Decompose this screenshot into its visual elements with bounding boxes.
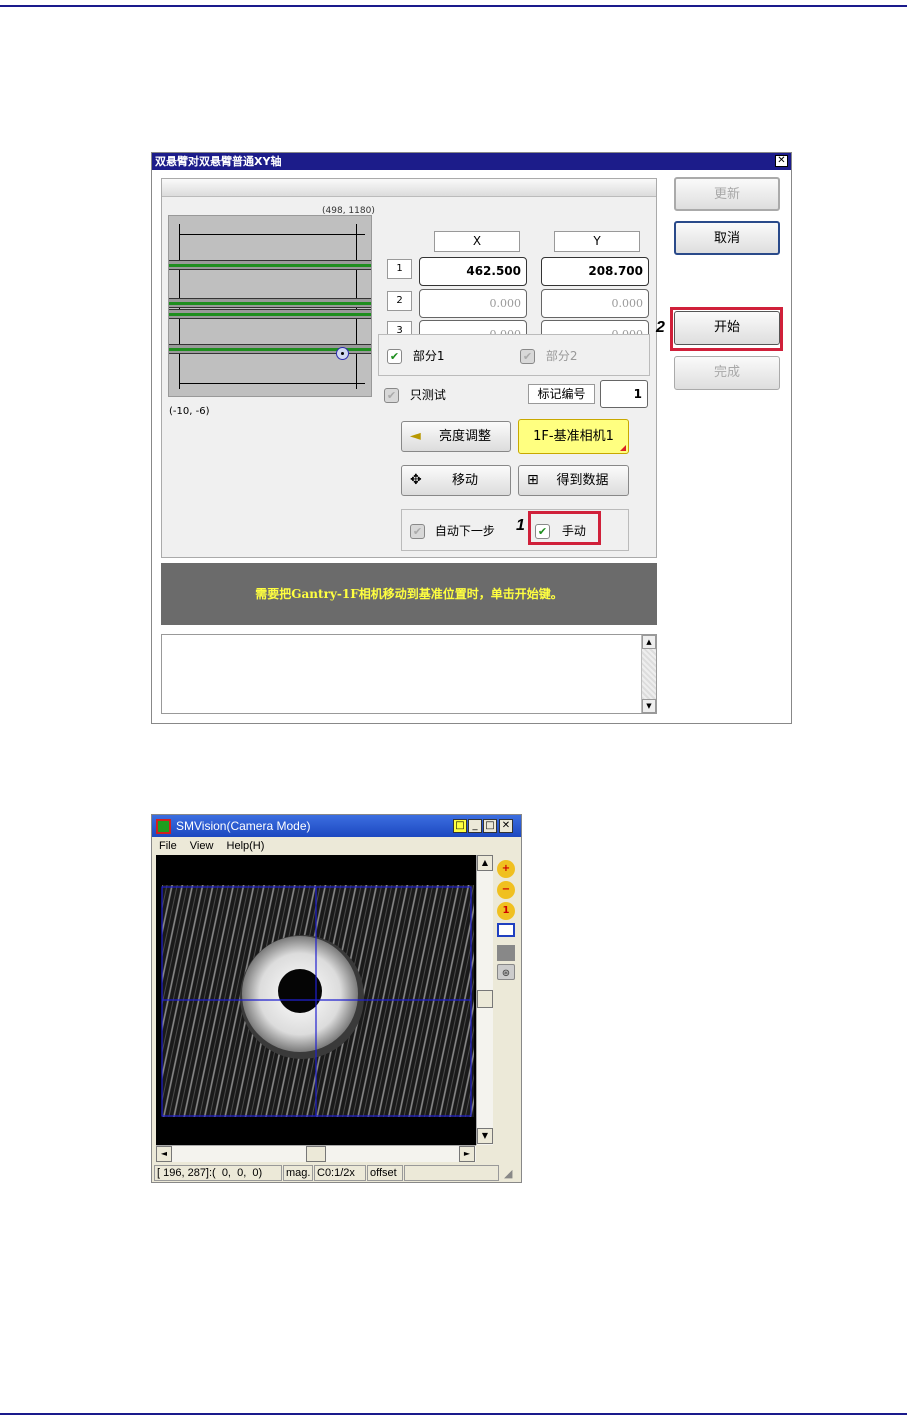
chart-icon: ⊞ — [527, 472, 539, 488]
check-icon: ✔ — [387, 349, 402, 364]
map-rail — [169, 309, 371, 319]
map-hline — [179, 383, 365, 384]
calibration-dialog: 双悬臂对双悬臂普通XY轴 ✕ (498, 1180) (-10, -6) X Y… — [151, 152, 792, 724]
mag-label: mag. — [283, 1165, 313, 1181]
scroll-up-icon[interactable]: ▲ — [642, 635, 656, 649]
vision-window: SMVision(Camera Mode) □ _ □ ✕ File View … — [151, 814, 522, 1183]
offset-label: offset — [367, 1165, 403, 1181]
status-bar: [ 196, 287]:( 0, 0, 0) mag. C0:1/2x offs… — [152, 1164, 521, 1182]
get-data-button[interactable]: ⊞ 得到数据 — [518, 465, 629, 496]
close-button[interactable]: ✕ — [499, 819, 513, 833]
scroll-up-icon[interactable]: ▲ — [477, 855, 493, 871]
bottom-rule — [0, 1413, 907, 1415]
map-corner-bottom-left: (-10, -6) — [169, 406, 210, 417]
map-corner-top-right: (498, 1180) — [322, 206, 375, 216]
scroll-right-icon[interactable]: ► — [459, 1146, 475, 1162]
y-field-1[interactable]: 208.700 — [541, 257, 649, 286]
part2-checkbox[interactable]: ✔ 部分2 — [520, 347, 577, 364]
board-map[interactable] — [168, 215, 372, 397]
horizontal-thumb[interactable] — [306, 1146, 326, 1162]
vertical-scrollbar[interactable]: ▲ ▼ — [476, 855, 493, 1145]
minimize-button[interactable]: _ — [468, 819, 482, 833]
panel-header — [162, 179, 656, 197]
settings-panel: (498, 1180) (-10, -6) X Y 1 2 3 462.500 … — [161, 178, 657, 558]
zoom-fit-icon[interactable]: 1 — [497, 902, 515, 920]
vision-toolbar: + − 1 ⊛ — [495, 857, 519, 983]
x-field-1[interactable]: 462.500 — [419, 257, 527, 286]
y-field-2[interactable]: 0.000 — [541, 289, 649, 318]
mark-number-label: 标记编号 — [528, 384, 595, 404]
zoom-in-icon[interactable]: + — [497, 860, 515, 878]
top-rule — [0, 5, 907, 7]
horizontal-scrollbar[interactable]: ◄ ► — [156, 1145, 476, 1162]
row-label-1: 1 — [387, 259, 412, 279]
manual-label: 手动 — [561, 524, 586, 538]
mag-value: C0:1/2x — [314, 1165, 366, 1181]
mark-number-field[interactable]: 1 — [600, 380, 648, 408]
part1-checkbox[interactable]: ✔ 部分1 — [387, 347, 444, 364]
brightness-icon: ◄ — [410, 428, 421, 444]
part1-label: 部分1 — [412, 349, 445, 363]
fiducial-marker[interactable] — [336, 347, 349, 360]
camera-settings-icon[interactable]: ⊛ — [497, 964, 515, 980]
camera-view[interactable] — [156, 855, 476, 1145]
row-label-2: 2 — [387, 291, 412, 311]
cursor-coords: [ 196, 287]:( 0, 0, 0) — [154, 1165, 282, 1181]
vertical-thumb[interactable] — [477, 990, 493, 1008]
finish-button[interactable]: 完成 — [674, 356, 780, 390]
manual-checkbox[interactable]: ✔ 手动 — [535, 522, 586, 539]
zoom-out-icon[interactable]: − — [497, 881, 515, 899]
resize-grip-icon[interactable]: ◢ — [504, 1167, 512, 1180]
camera-select-button[interactable]: 1F-基准相机1 — [518, 419, 629, 454]
update-button[interactable]: 更新 — [674, 177, 780, 211]
step-number-1: 1 — [516, 517, 525, 534]
only-test-checkbox[interactable]: ✔ 只测试 — [384, 386, 446, 403]
check-icon: ✔ — [410, 524, 425, 539]
map-rail — [169, 298, 371, 308]
dialog-title: 双悬臂对双悬臂普通XY轴 — [152, 153, 791, 170]
only-test-label: 只测试 — [409, 388, 446, 402]
instruction-message: 需要把Gantry-1F相机移动到基准位置时，单击开始键。 — [161, 563, 657, 625]
check-icon: ✔ — [384, 388, 399, 403]
cancel-button[interactable]: 取消 — [674, 221, 780, 255]
scroll-down-icon[interactable]: ▼ — [642, 699, 656, 713]
map-rail — [169, 260, 371, 270]
grey-square-icon[interactable] — [497, 945, 515, 961]
map-hline — [179, 234, 365, 235]
close-button[interactable]: ✕ — [775, 155, 788, 167]
menu-view[interactable]: View — [190, 840, 214, 852]
brightness-button[interactable]: ◄ 亮度调整 — [401, 421, 511, 452]
log-scrollbar[interactable]: ▲ ▼ — [641, 635, 656, 713]
check-icon: ✔ — [520, 349, 535, 364]
window-icon[interactable] — [497, 923, 515, 937]
scroll-down-icon[interactable]: ▼ — [477, 1128, 493, 1144]
menu-bar: File View Help(H) — [152, 837, 521, 855]
column-header-y: Y — [554, 231, 640, 252]
auto-next-checkbox[interactable]: ✔ 自动下一步 — [410, 522, 495, 539]
app-icon — [156, 819, 171, 834]
start-button[interactable]: 开始 — [674, 311, 780, 345]
log-area[interactable]: ▲ ▼ — [161, 634, 657, 714]
check-icon: ✔ — [535, 524, 550, 539]
menu-file[interactable]: File — [159, 840, 177, 852]
auto-next-label: 自动下一步 — [434, 524, 495, 538]
part2-label: 部分2 — [545, 349, 578, 363]
x-field-2[interactable]: 0.000 — [419, 289, 527, 318]
menu-help[interactable]: Help(H) — [227, 840, 265, 852]
pin-icon[interactable]: □ — [453, 819, 467, 833]
column-header-x: X — [434, 231, 520, 252]
status-empty — [404, 1165, 499, 1181]
scroll-left-icon[interactable]: ◄ — [156, 1146, 172, 1162]
camera-image — [161, 885, 474, 1117]
move-arrows-icon: ✥ — [410, 472, 422, 488]
step-number-2: 2 — [656, 319, 665, 336]
move-button[interactable]: ✥ 移动 — [401, 465, 511, 496]
maximize-button[interactable]: □ — [483, 819, 497, 833]
